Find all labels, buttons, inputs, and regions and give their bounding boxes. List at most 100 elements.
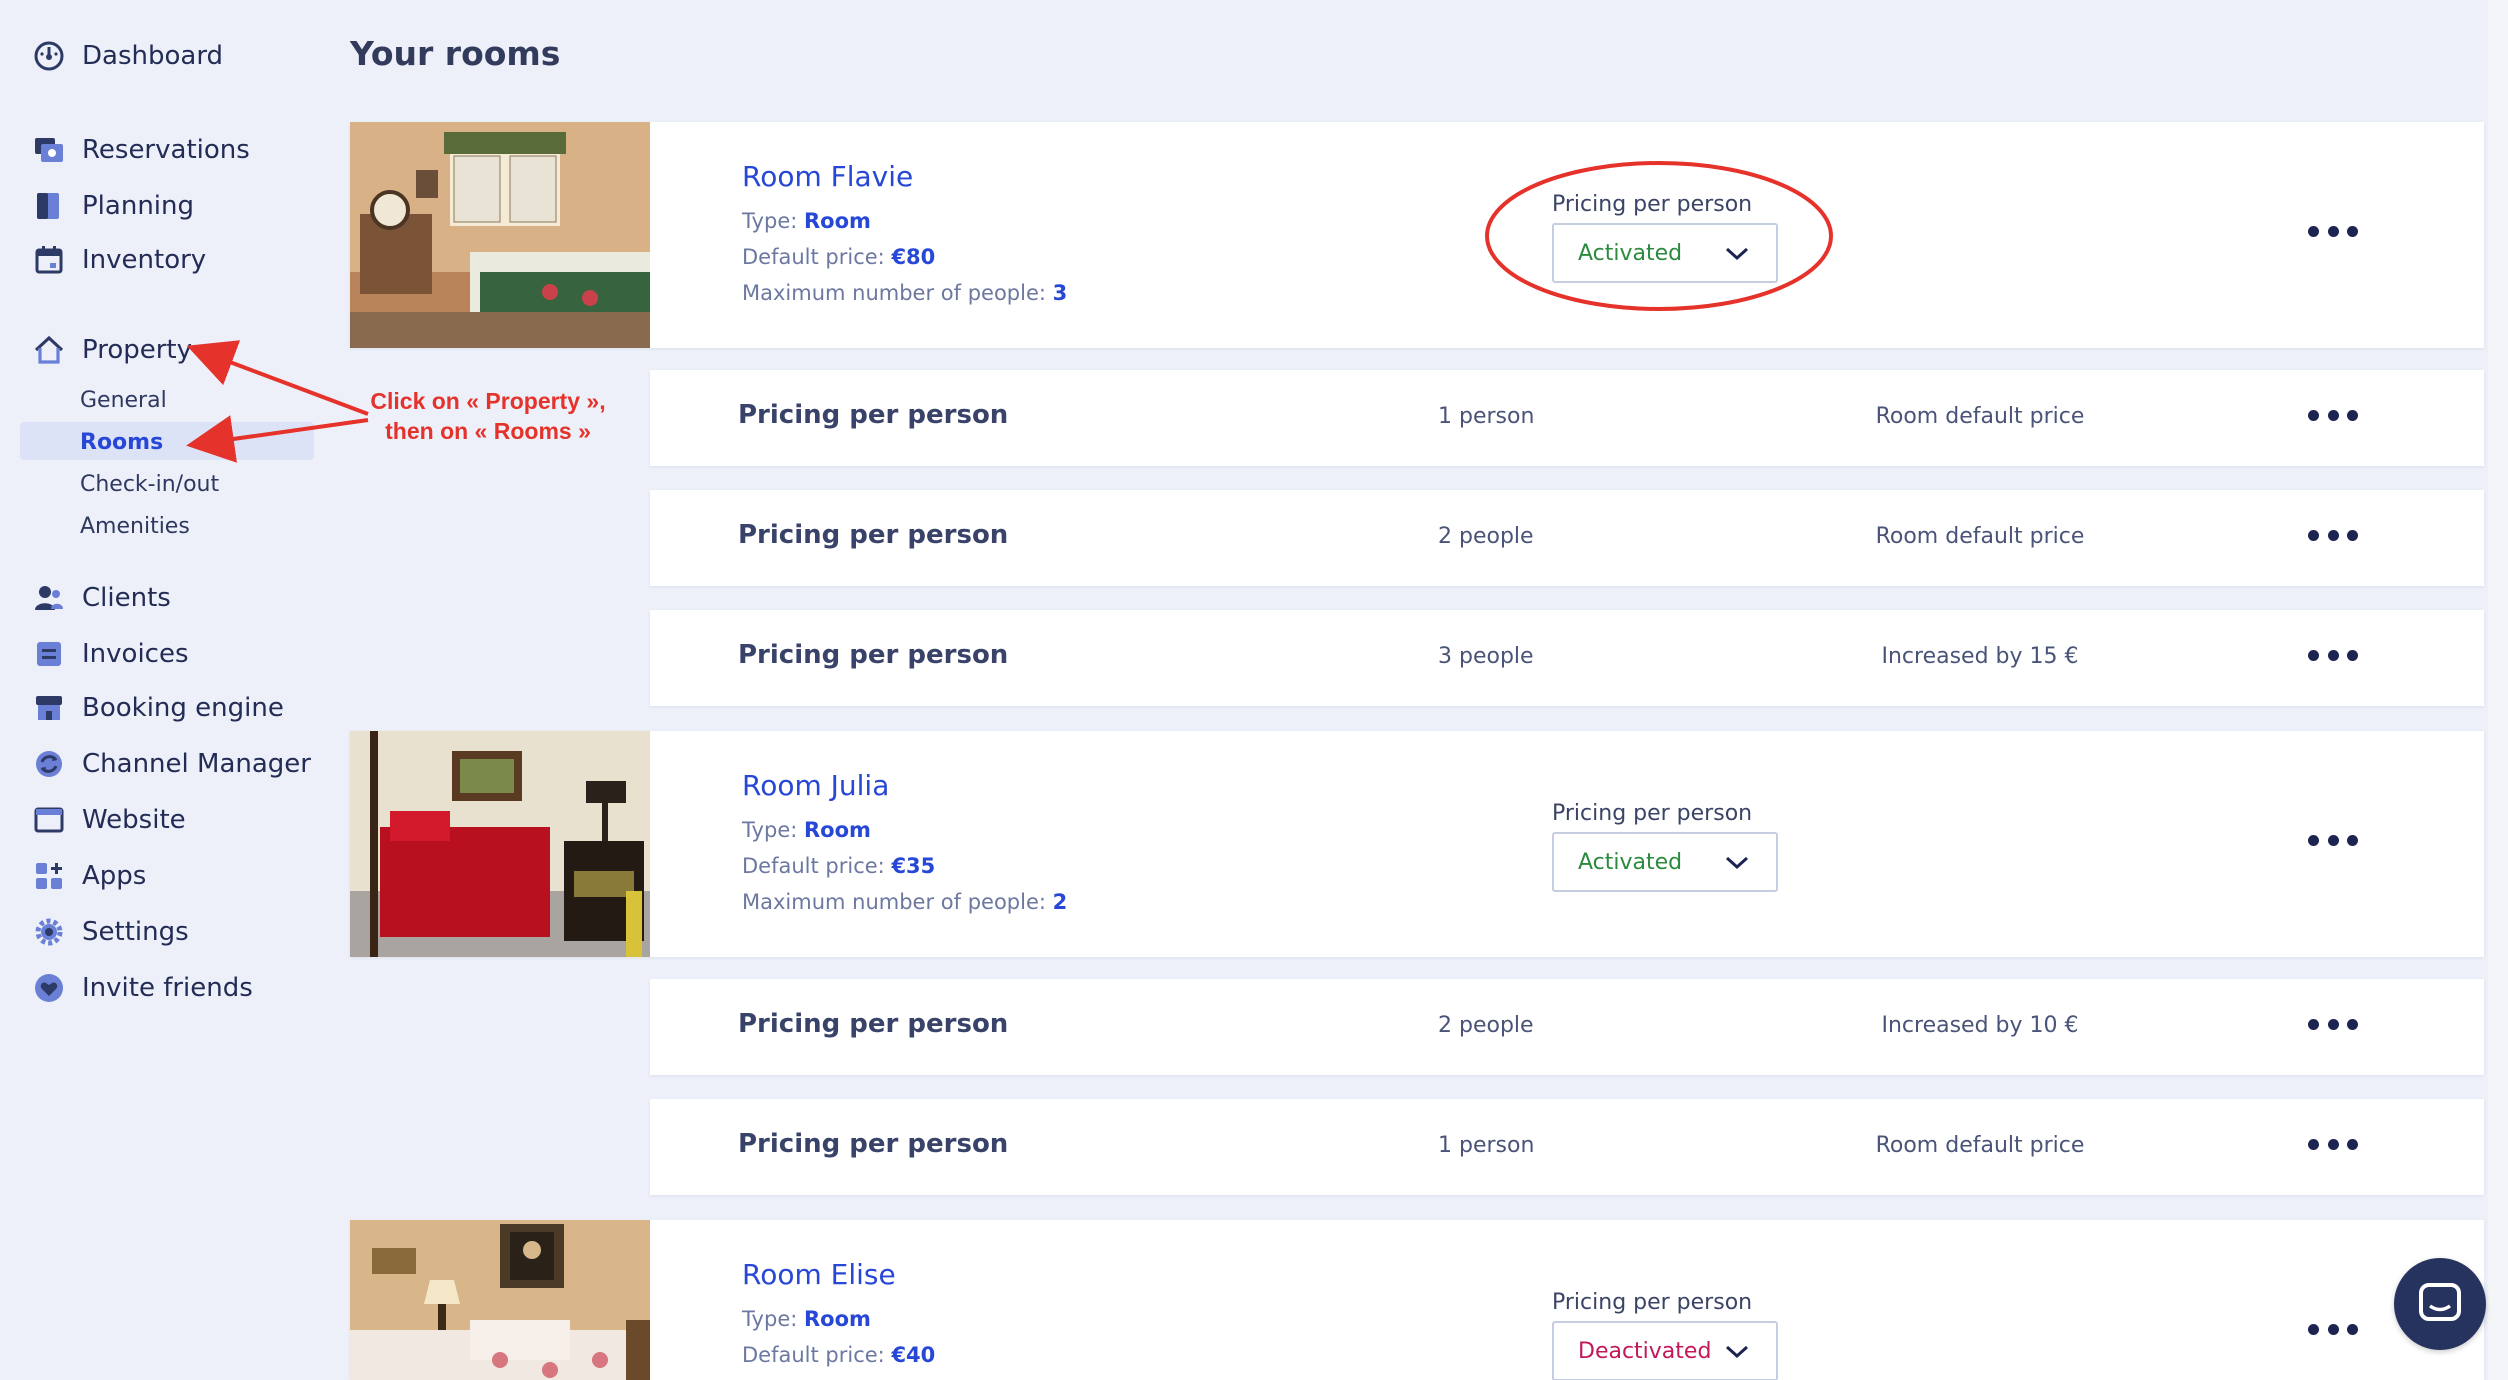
pricing-status-select[interactable]: Deactivated [1552,1321,1778,1380]
room-info: Room Flavie Type: Room Default price: €8… [742,160,1067,311]
reservations-icon [32,133,66,167]
pricing-status-select[interactable]: Activated [1552,832,1778,892]
nav-clients-label: Clients [82,583,171,613]
more-options-button[interactable] [2308,410,2358,424]
room-type: Type: Room [742,209,871,233]
nav-booking-engine-label: Booking engine [82,693,284,723]
price-row-price: Increased by 10 € [1881,1013,2079,1038]
pricing-status-value: Activated [1578,240,1683,266]
room-card-flavie: Room Flavie Type: Room Default price: €8… [350,122,2484,348]
room-default-price: Default price: €35 [742,854,936,878]
nav-inventory[interactable]: Inventory [32,236,312,284]
nav-planning-label: Planning [82,191,194,221]
invoice-icon [32,637,66,671]
nav-planning[interactable]: Planning [32,182,312,230]
price-row-title: Pricing per person [738,520,1009,550]
sub-check-in-out[interactable]: Check-in/out [80,465,219,503]
chat-launcher-button[interactable] [2394,1258,2486,1350]
sidebar: Dashboard Reservations Planning Inventor… [0,0,320,1380]
room-photo [350,731,650,957]
room-card-julia: Room Julia Type: Room Default price: €35… [350,731,2484,957]
room-photo [350,122,650,348]
price-row-count: 1 person [1438,404,1535,429]
page-title: Your rooms [350,34,561,73]
nav-invoices-label: Invoices [82,639,189,669]
nav-booking-engine[interactable]: Booking engine [32,684,312,732]
nav-reservations-label: Reservations [82,135,250,165]
gear-icon [32,915,66,949]
room-max-people: Maximum number of people: 2 [742,890,1068,914]
more-options-button[interactable] [2308,835,2358,849]
pricing-label: Pricing per person [1552,1290,1753,1315]
annotation-line-2: then on « Rooms » [385,418,591,444]
room-default-price: Default price: €40 [742,1343,936,1367]
nav-dashboard[interactable]: Dashboard [32,32,312,80]
price-row-title: Pricing per person [738,1129,1009,1159]
price-row-title: Pricing per person [738,400,1009,430]
price-row-price: Increased by 15 € [1881,644,2079,669]
nav-property[interactable]: Property [32,326,312,374]
more-options-button[interactable] [2308,650,2358,664]
room-max-people: Maximum number of people: [742,1373,1046,1380]
book-icon [32,189,66,223]
apps-icon [32,859,66,893]
more-options-button[interactable] [2308,530,2358,544]
nav-clients[interactable]: Clients [32,574,312,622]
price-row: Pricing per person 2 people Room default… [650,490,2484,586]
chat-icon [2419,1283,2461,1321]
nav-invite-friends[interactable]: Invite friends [32,964,312,1012]
sub-general[interactable]: General [80,381,167,419]
room-name-link[interactable]: Room Elise [742,1258,1046,1291]
price-row-title: Pricing per person [738,640,1009,670]
more-options-button[interactable] [2308,226,2358,240]
room-default-price: Default price: €80 [742,245,936,269]
nav-invoices[interactable]: Invoices [32,630,312,678]
sub-rooms[interactable]: Rooms [80,423,163,461]
store-icon [32,691,66,725]
room-photo [350,1220,650,1380]
room-card-elise: Room Elise Type: Room Default price: €40… [350,1220,2484,1380]
annotation-line-1: Click on « Property », [370,388,606,414]
price-row-price: Room default price [1875,524,2085,549]
nav-channel-manager[interactable]: Channel Manager [32,740,312,788]
pricing-label: Pricing per person [1552,801,1753,826]
pricing-status-select[interactable]: Activated [1552,223,1778,283]
gauge-icon [32,39,66,73]
room-info: Room Elise Type: Room Default price: €40… [742,1258,1046,1380]
nav-settings-label: Settings [82,917,189,947]
users-icon [32,581,66,615]
nav-property-label: Property [82,335,193,365]
scrollbar[interactable] [2488,0,2508,1380]
nav-reservations[interactable]: Reservations [32,126,312,174]
room-name-link[interactable]: Room Flavie [742,160,1067,193]
chevron-down-icon [1725,856,1749,870]
more-options-button[interactable] [2308,1019,2358,1033]
home-icon [32,333,66,367]
room-name-link[interactable]: Room Julia [742,769,1067,802]
nav-apps[interactable]: Apps [32,852,312,900]
sync-icon [32,747,66,781]
pricing-toggle-block: Pricing per person Deactivated [1552,1290,1778,1380]
price-row: Pricing per person 3 people Increased by… [650,610,2484,706]
more-options-button[interactable] [2308,1139,2358,1153]
pricing-status-value: Activated [1578,849,1683,875]
nav-website[interactable]: Website [32,796,312,844]
nav-channel-manager-label: Channel Manager [82,749,311,779]
room-max-people: Maximum number of people: 3 [742,281,1068,305]
nav-invite-friends-label: Invite friends [82,973,253,1003]
price-row: Pricing per person 1 person Room default… [650,370,2484,466]
pricing-status-value: Deactivated [1578,1338,1712,1364]
nav-dashboard-label: Dashboard [82,41,224,71]
sub-amenities[interactable]: Amenities [80,507,190,545]
pricing-toggle-block: Pricing per person Activated [1552,801,1778,892]
heart-icon [32,971,66,1005]
price-row-price: Room default price [1875,1133,2085,1158]
price-row-count: 1 person [1438,1133,1535,1158]
price-row-count: 2 people [1438,524,1534,549]
browser-icon [32,803,66,837]
pricing-toggle-block: Pricing per person Activated [1552,192,1778,283]
nav-settings[interactable]: Settings [32,908,312,956]
price-row-count: 2 people [1438,1013,1534,1038]
more-options-button[interactable] [2308,1324,2358,1338]
price-row: Pricing per person 2 people Increased by… [650,979,2484,1075]
